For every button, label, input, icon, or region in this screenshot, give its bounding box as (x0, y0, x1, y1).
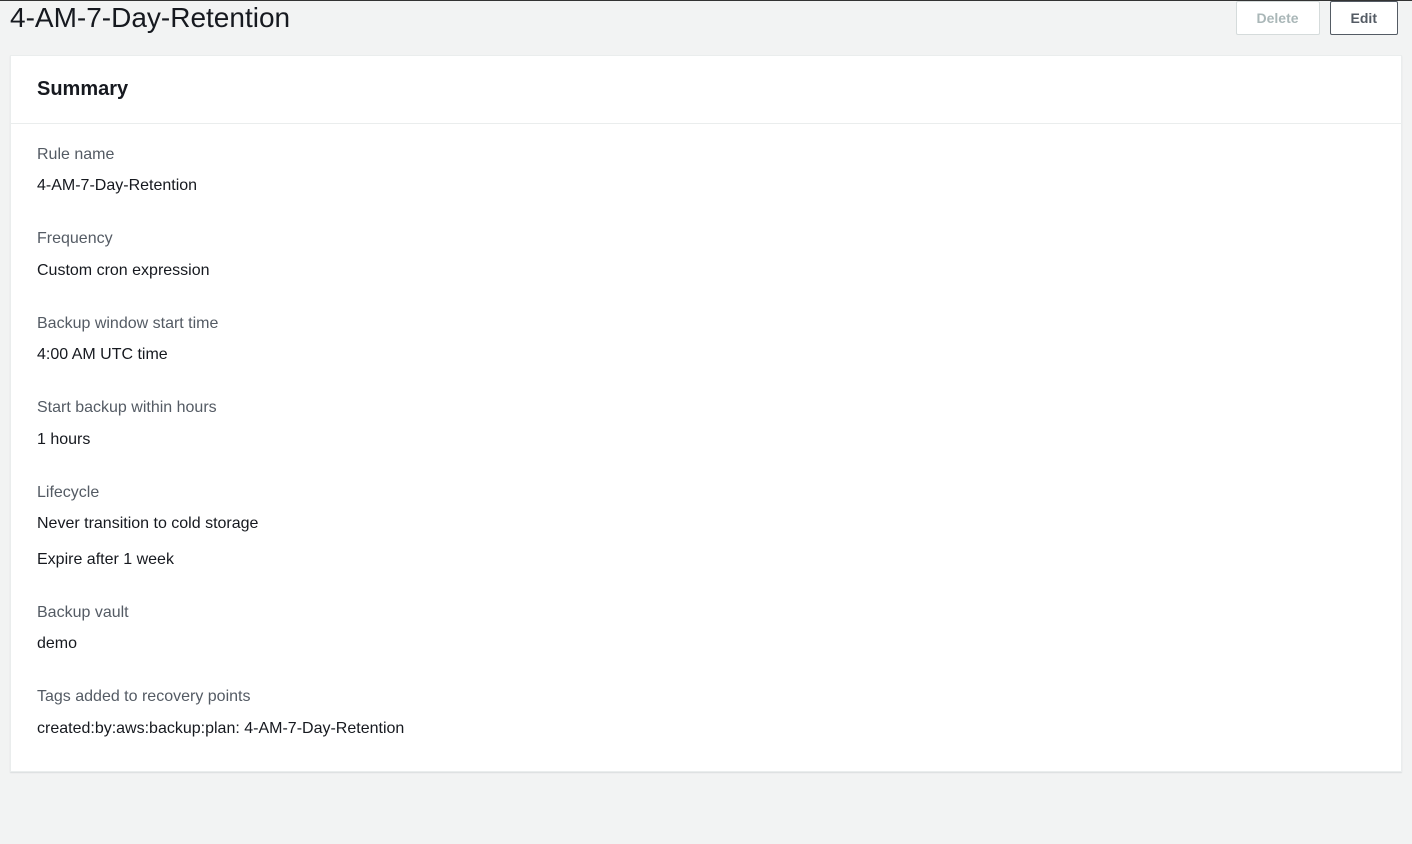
panel-title: Summary (37, 78, 1375, 101)
edit-button[interactable]: Edit (1330, 1, 1398, 35)
field-value: created:by:aws:backup:plan: 4-AM-7-Day-R… (37, 717, 1375, 741)
field-rule-name: Rule name 4-AM-7-Day-Retention (37, 144, 1375, 198)
field-value: Never transition to cold storage (37, 512, 1375, 536)
field-lifecycle: Lifecycle Never transition to cold stora… (37, 482, 1375, 572)
summary-panel: Summary Rule name 4-AM-7-Day-Retention F… (10, 55, 1402, 772)
field-backup-vault: Backup vault demo (37, 602, 1375, 656)
field-label: Rule name (37, 144, 1375, 166)
field-label: Lifecycle (37, 482, 1375, 504)
field-value: 1 hours (37, 428, 1375, 452)
panel-body: Rule name 4-AM-7-Day-Retention Frequency… (11, 124, 1401, 771)
field-start-within: Start backup within hours 1 hours (37, 397, 1375, 451)
page-title: 4-AM-7-Day-Retention (10, 1, 290, 35)
field-value: demo (37, 632, 1375, 656)
field-label: Tags added to recovery points (37, 686, 1375, 708)
field-frequency: Frequency Custom cron expression (37, 228, 1375, 282)
field-backup-window: Backup window start time 4:00 AM UTC tim… (37, 313, 1375, 367)
delete-button[interactable]: Delete (1236, 1, 1320, 35)
panel-header: Summary (11, 56, 1401, 124)
field-value: Expire after 1 week (37, 548, 1375, 572)
field-value: 4-AM-7-Day-Retention (37, 174, 1375, 198)
field-label: Backup window start time (37, 313, 1375, 335)
field-tags: Tags added to recovery points created:by… (37, 686, 1375, 740)
field-label: Start backup within hours (37, 397, 1375, 419)
field-label: Frequency (37, 228, 1375, 250)
field-value: 4:00 AM UTC time (37, 343, 1375, 367)
field-value: Custom cron expression (37, 259, 1375, 283)
page-header: 4-AM-7-Day-Retention Delete Edit (0, 0, 1412, 55)
header-actions: Delete Edit (1236, 1, 1398, 35)
field-label: Backup vault (37, 602, 1375, 624)
content-area: Summary Rule name 4-AM-7-Day-Retention F… (0, 55, 1412, 772)
